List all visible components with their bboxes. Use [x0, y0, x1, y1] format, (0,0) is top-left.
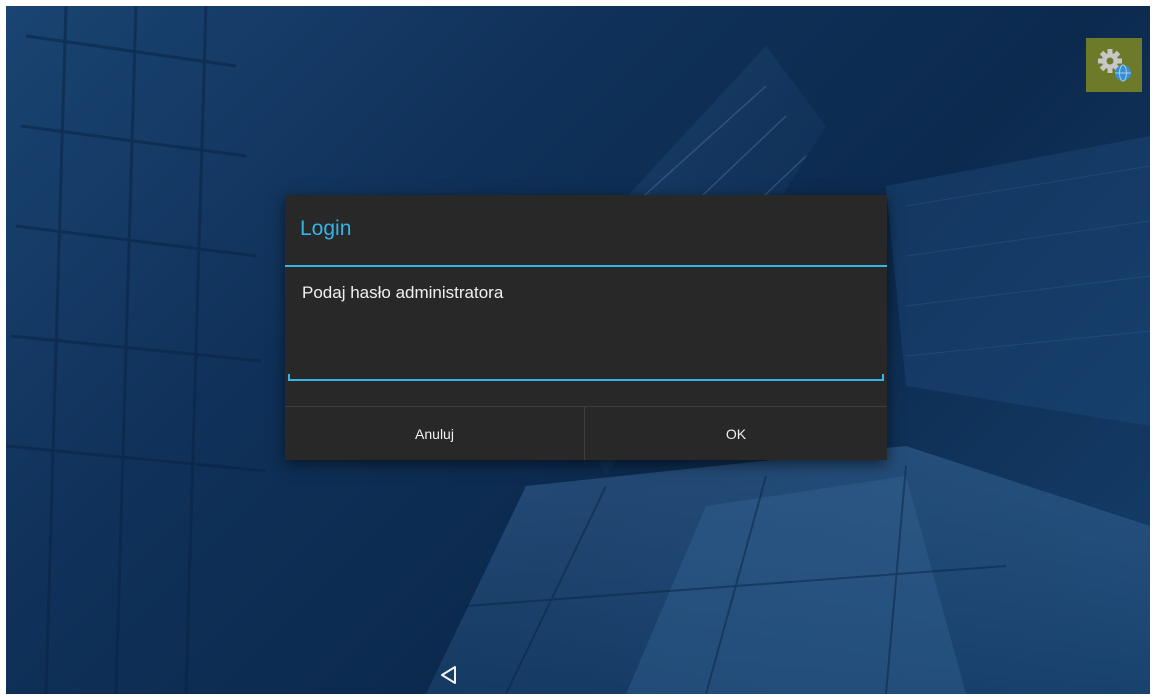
dialog-message: Podaj hasło administratora — [302, 283, 504, 302]
dialog-title: Login — [300, 217, 352, 240]
password-field[interactable] — [288, 357, 884, 377]
tablet-screen: Login Podaj hasło administratora Anuluj … — [6, 6, 1150, 694]
password-field-tick-right — [882, 374, 884, 380]
cancel-button[interactable]: Anuluj — [285, 407, 584, 460]
password-field-underline — [288, 379, 884, 381]
title-divider — [285, 265, 887, 267]
gear-globe-icon — [1098, 49, 1131, 82]
back-triangle-icon[interactable] — [438, 664, 460, 686]
ok-button[interactable]: OK — [585, 407, 887, 460]
login-dialog: Login Podaj hasło administratora Anuluj … — [285, 195, 887, 460]
password-field-tick-left — [288, 374, 290, 380]
settings-button[interactable] — [1086, 38, 1142, 92]
